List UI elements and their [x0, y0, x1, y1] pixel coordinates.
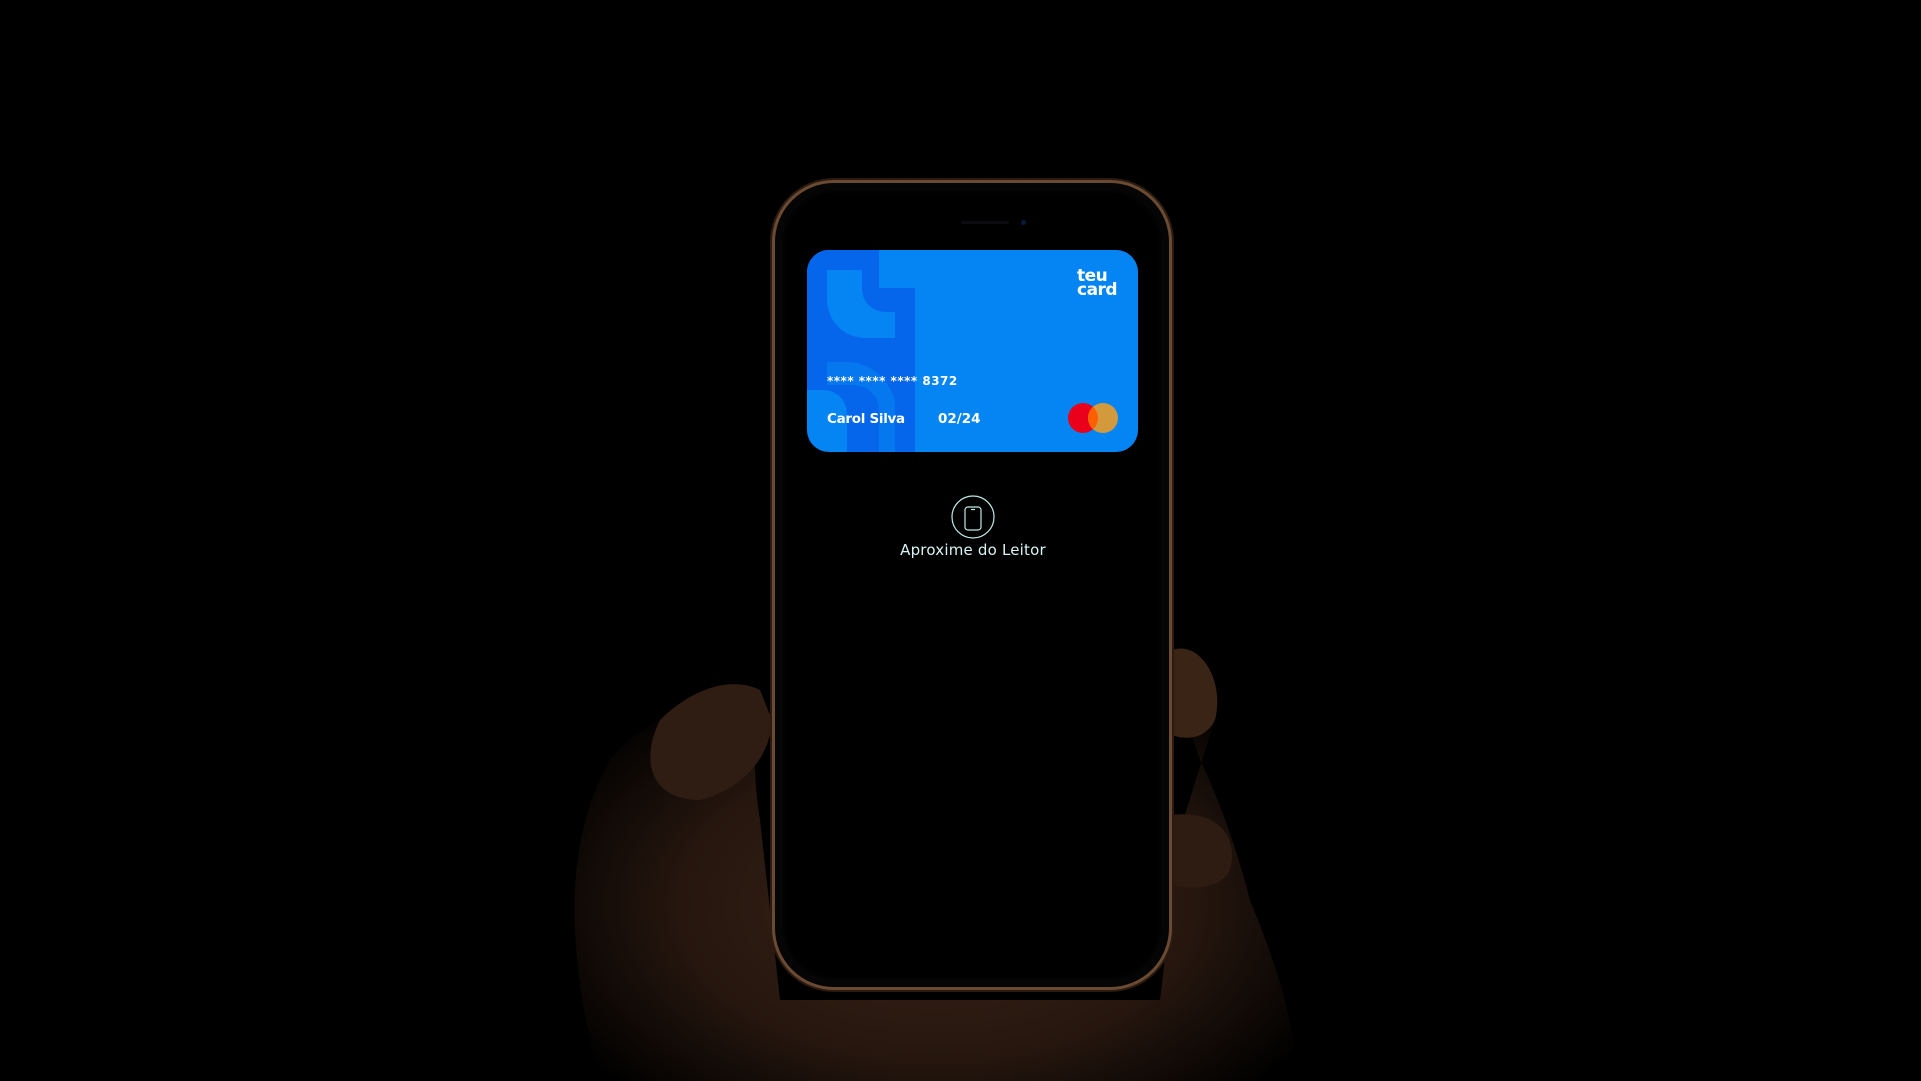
earpiece-speaker — [961, 221, 1009, 224]
cardholder-name: Carol Silva — [827, 411, 905, 427]
credit-card[interactable]: teu card **** **** **** 8372 Carol Silva… — [807, 250, 1138, 452]
front-camera — [1021, 220, 1026, 225]
teu-card-logo: teu card — [1077, 268, 1118, 300]
mastercard-logo-icon — [1068, 403, 1118, 433]
tap-reader-prompt: Aproxime do Leitor — [900, 541, 1046, 559]
card-expiry: 02/24 — [938, 411, 981, 427]
card-number: **** **** **** 8372 — [827, 374, 958, 388]
logo-line-2: card — [1077, 280, 1118, 300]
phone-nfc-icon — [951, 495, 995, 539]
